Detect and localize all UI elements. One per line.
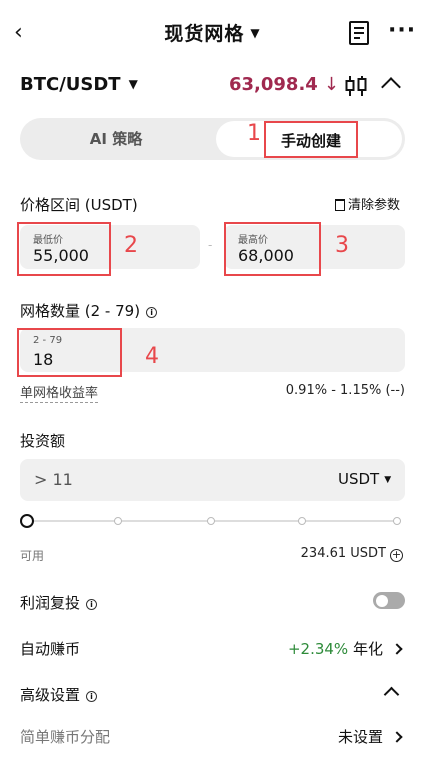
advanced-settings-label: 高级设置 i	[20, 684, 98, 705]
price-range-label: 价格区间 (USDT)	[20, 196, 138, 214]
slider-stop-75[interactable]	[298, 517, 306, 525]
simple-earn-value: 未设置	[337, 728, 383, 746]
simple-earn-row[interactable]: 未设置	[337, 726, 403, 747]
annotation-2: 2	[124, 233, 138, 258]
top-bar: ‹ 现货网格 ▼ ···	[0, 0, 425, 66]
available-balance: 234.61 USDT +	[301, 546, 403, 562]
trash-icon	[335, 199, 345, 211]
pair-symbol: BTC/USDT	[20, 74, 121, 95]
advanced-settings-text: 高级设置	[20, 686, 81, 704]
grid-count-label: 网格数量 (2 - 79) i	[20, 300, 158, 321]
max-price-label: 最高价	[238, 235, 268, 246]
chevron-right-icon	[391, 643, 403, 655]
caret-down-icon: ▼	[384, 475, 392, 485]
clear-params-button[interactable]: 清除参数	[335, 194, 400, 213]
auto-earn-label: 自动赚币	[20, 640, 81, 658]
info-icon[interactable]: i	[146, 307, 158, 318]
compound-toggle[interactable]	[373, 592, 405, 609]
investment-value[interactable]: > 11	[34, 470, 73, 489]
add-funds-icon[interactable]: +	[390, 549, 403, 562]
max-price-value[interactable]: 68,000	[238, 246, 294, 265]
grid-profit-value: 0.91% - 1.15% (--)	[285, 383, 405, 398]
range-separator: -	[208, 238, 213, 252]
min-price-value[interactable]: 55,000	[33, 246, 89, 265]
slider-handle[interactable]	[20, 514, 34, 528]
toggle-knob	[376, 594, 388, 607]
slider-stop-50[interactable]	[207, 517, 215, 525]
grid-count-hint: 2 - 79	[33, 335, 63, 346]
bottom-fade	[0, 754, 425, 776]
more-icon[interactable]: ···	[388, 18, 416, 43]
annotation-1: 1	[247, 121, 261, 146]
info-icon[interactable]: i	[86, 691, 98, 702]
min-price-label: 最低价	[33, 235, 63, 246]
auto-earn-suffix: 年化	[352, 640, 383, 658]
auto-earn-row[interactable]: +2.34% 年化	[287, 638, 403, 659]
clear-params-label: 清除参数	[348, 198, 401, 213]
annotation-4: 4	[145, 344, 159, 369]
page-title-text: 现货网格	[164, 23, 245, 45]
currency-selector[interactable]: USDT ▼	[338, 470, 391, 488]
simple-earn-label: 简单赚币分配	[20, 728, 111, 746]
grid-count-label-text: 网格数量 (2 - 79)	[20, 302, 141, 320]
slider-stop-25[interactable]	[114, 517, 122, 525]
investment-label: 投资额	[20, 432, 66, 450]
slider-stop-100[interactable]	[393, 517, 401, 525]
pair-selector[interactable]: BTC/USDT ▼	[20, 74, 138, 95]
document-icon[interactable]	[349, 21, 369, 45]
caret-down-icon: ▼	[250, 26, 261, 40]
last-price: 63,098.4 ↓	[229, 74, 339, 95]
collapse-chevron-icon[interactable]	[383, 686, 400, 703]
info-icon[interactable]: i	[86, 599, 98, 610]
grid-count-value[interactable]: 18	[33, 350, 53, 369]
compound-label: 利润复投 i	[20, 592, 98, 613]
auto-earn-rate: +2.34%	[287, 640, 349, 658]
chevron-right-icon	[391, 731, 403, 743]
grid-profit-label[interactable]: 单网格收益率	[20, 382, 99, 403]
compound-label-text: 利润复投	[20, 594, 81, 612]
down-arrow-icon: ↓	[323, 74, 339, 95]
available-label: 可用	[20, 549, 45, 563]
available-value: 234.61 USDT	[300, 546, 386, 561]
currency-label: USDT	[338, 470, 380, 488]
collapse-chevron-icon[interactable]	[381, 77, 401, 97]
candlestick-chart-icon[interactable]	[344, 74, 368, 98]
caret-down-icon: ▼	[128, 77, 138, 91]
tab-manual-create[interactable]: 手动创建	[264, 121, 358, 158]
tab-ai-strategy[interactable]: AI 策略	[20, 118, 212, 160]
price-value: 63,098.4	[229, 74, 318, 95]
annotation-3: 3	[335, 233, 349, 258]
